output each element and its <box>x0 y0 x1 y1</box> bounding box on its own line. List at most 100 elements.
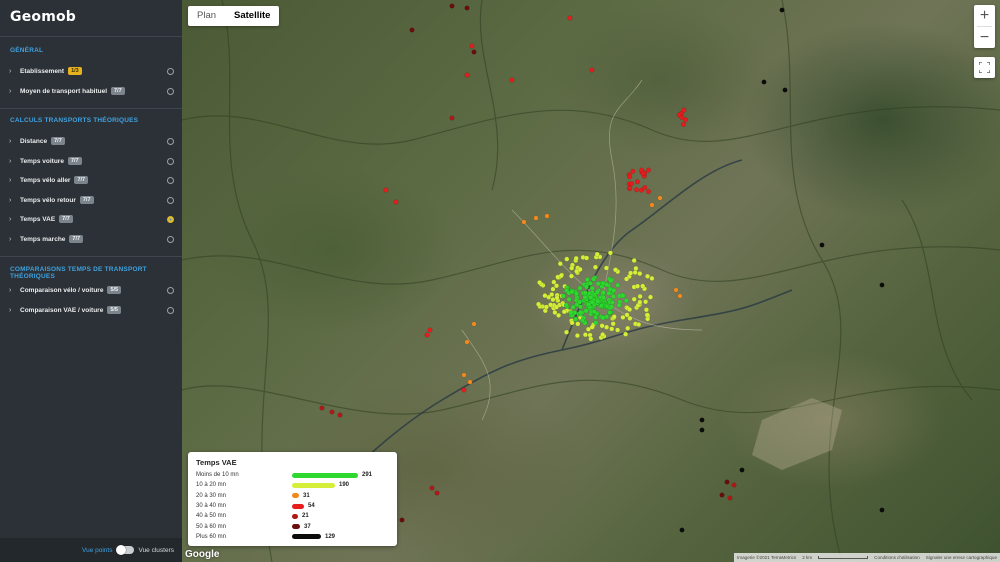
map-point[interactable] <box>648 294 654 300</box>
map-point[interactable] <box>681 121 687 127</box>
map-point[interactable] <box>630 168 636 174</box>
map-point[interactable] <box>577 299 583 305</box>
map-point[interactable] <box>544 213 550 219</box>
map-point[interactable] <box>564 329 570 335</box>
map-point[interactable] <box>608 278 614 284</box>
map-point[interactable] <box>589 67 595 73</box>
map-point[interactable] <box>578 310 584 316</box>
map-type-satellite-button[interactable]: Satellite <box>225 6 279 26</box>
sidebar-item[interactable]: › Etablissement 1/3 <box>0 63 182 79</box>
map-point[interactable] <box>583 308 589 314</box>
chevron-right-icon[interactable]: › <box>9 216 19 223</box>
map-point[interactable] <box>724 479 730 485</box>
map-point[interactable] <box>542 293 548 299</box>
map-point[interactable] <box>624 276 630 282</box>
map-point[interactable] <box>533 215 539 221</box>
layer-radio[interactable] <box>167 137 174 145</box>
map-point[interactable] <box>560 293 566 299</box>
map-point[interactable] <box>575 321 581 327</box>
chevron-right-icon[interactable]: › <box>9 287 19 294</box>
map-point[interactable] <box>600 315 606 321</box>
map-point[interactable] <box>587 280 593 286</box>
map-point[interactable] <box>599 323 605 329</box>
map-point[interactable] <box>588 294 594 300</box>
map-point[interactable] <box>467 379 473 385</box>
view-clusters-label[interactable]: Vue clusters <box>138 547 174 554</box>
layer-radio[interactable] <box>167 235 174 243</box>
map-point[interactable] <box>543 304 549 310</box>
view-mode-toggle[interactable] <box>116 545 135 555</box>
chevron-right-icon[interactable]: › <box>9 88 19 95</box>
map-point[interactable] <box>636 322 642 328</box>
chevron-right-icon[interactable]: › <box>9 236 19 243</box>
map-point[interactable] <box>337 412 343 418</box>
map-point[interactable] <box>611 314 617 320</box>
map-point[interactable] <box>563 302 569 308</box>
map-point[interactable] <box>549 292 555 298</box>
map-point[interactable] <box>625 325 631 331</box>
map-point[interactable] <box>649 275 655 281</box>
map-point[interactable] <box>584 277 590 283</box>
map-point[interactable] <box>464 5 470 11</box>
map-point[interactable] <box>637 271 643 277</box>
map-point[interactable] <box>627 185 633 191</box>
sidebar-item[interactable]: › Temps voiture 7/7 <box>0 153 182 169</box>
map-canvas[interactable]: Plan Satellite + − Temps VAE Moins de 10… <box>182 0 1000 562</box>
map-point[interactable] <box>629 181 635 187</box>
map-point[interactable] <box>561 309 567 315</box>
map-point[interactable] <box>600 290 606 296</box>
map-point[interactable] <box>598 303 604 309</box>
map-point[interactable] <box>569 289 575 295</box>
map-point[interactable] <box>620 293 626 299</box>
map-point[interactable] <box>645 273 651 279</box>
map-point[interactable] <box>613 267 619 273</box>
map-point[interactable] <box>521 219 527 225</box>
map-point[interactable] <box>554 283 560 289</box>
map-point[interactable] <box>644 312 650 318</box>
map-point[interactable] <box>471 49 477 55</box>
map-point[interactable] <box>879 507 885 513</box>
map-point[interactable] <box>628 270 634 276</box>
map-point[interactable] <box>635 283 641 289</box>
map-point[interactable] <box>643 307 649 313</box>
map-point[interactable] <box>677 293 683 299</box>
map-point[interactable] <box>604 282 610 288</box>
map-point[interactable] <box>582 332 588 338</box>
map-point[interactable] <box>554 295 560 301</box>
chevron-right-icon[interactable]: › <box>9 177 19 184</box>
map-point[interactable] <box>631 258 637 264</box>
sidebar-item[interactable]: › Comparaison vélo / voiture 5/5 <box>0 282 182 298</box>
map-point[interactable] <box>631 296 637 302</box>
map-point[interactable] <box>657 195 663 201</box>
map-point[interactable] <box>643 299 649 305</box>
map-point[interactable] <box>731 482 737 488</box>
report-error-link[interactable]: Signaler une erreur cartographique <box>926 555 997 560</box>
layer-radio[interactable] <box>167 157 174 165</box>
map-point[interactable] <box>461 387 467 393</box>
map-point[interactable] <box>603 265 609 271</box>
map-point[interactable] <box>646 189 652 195</box>
map-point[interactable] <box>584 255 590 261</box>
map-point[interactable] <box>434 490 440 496</box>
map-point[interactable] <box>761 79 767 85</box>
map-point[interactable] <box>633 265 639 271</box>
map-point[interactable] <box>564 256 570 262</box>
map-point[interactable] <box>582 294 588 300</box>
map-point[interactable] <box>627 307 633 313</box>
map-point[interactable] <box>509 77 515 83</box>
map-point[interactable] <box>620 314 626 320</box>
map-point[interactable] <box>593 320 599 326</box>
map-point[interactable] <box>699 417 705 423</box>
map-point[interactable] <box>588 336 594 342</box>
map-point[interactable] <box>554 304 560 310</box>
chevron-right-icon[interactable]: › <box>9 68 19 75</box>
map-point[interactable] <box>639 167 645 173</box>
chevron-right-icon[interactable]: › <box>9 158 19 165</box>
map-type-plan-button[interactable]: Plan <box>188 6 225 26</box>
map-point[interactable] <box>646 167 652 173</box>
map-point[interactable] <box>569 273 575 279</box>
zoom-out-button[interactable]: − <box>974 27 995 48</box>
sidebar-item[interactable]: › Comparaison VAE / voiture 5/5 <box>0 302 182 318</box>
map-point[interactable] <box>595 298 601 304</box>
sidebar-item[interactable]: › Temps marche 7/7 <box>0 231 182 247</box>
